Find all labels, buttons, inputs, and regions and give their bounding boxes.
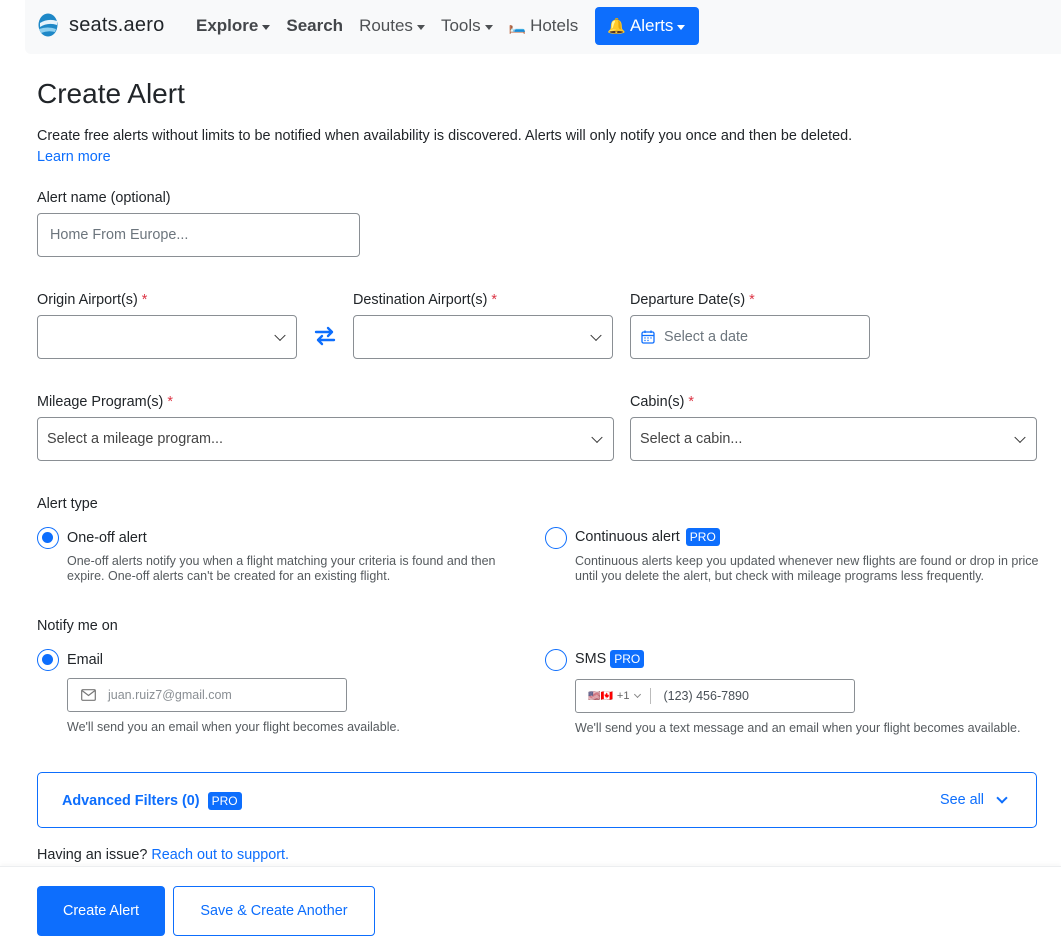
required-marker: * <box>167 394 173 410</box>
cabin-placeholder: Select a cabin... <box>640 431 743 447</box>
departure-label-text: Departure Date(s) <box>630 292 746 308</box>
caret-down-icon <box>677 24 686 30</box>
nav-tools-label: Tools <box>440 16 481 35</box>
alert-name-label: Alert name (optional) <box>37 190 171 206</box>
notify-label: Notify me on <box>37 618 118 634</box>
sms-help: We'll send you a text message and an ema… <box>575 721 1021 735</box>
email-help: We'll send you an email when your flight… <box>67 720 400 734</box>
pro-badge: PRO <box>207 792 242 810</box>
brand-name: seats.aero <box>69 13 165 36</box>
phone-placeholder: (123) 456-7890 <box>663 689 749 703</box>
pro-badge: PRO <box>685 528 720 546</box>
mileage-label: Mileage Program(s) * <box>37 394 173 410</box>
country-code: +1 <box>616 690 630 702</box>
nav-search-label: Search <box>286 16 344 35</box>
nav-tools[interactable]: Tools <box>433 6 501 46</box>
nav-alerts-label: Alerts <box>629 16 674 35</box>
nav-hotels-label: Hotels <box>530 16 579 35</box>
continuous-alert-help: Continuous alerts keep you updated whene… <box>575 554 1039 583</box>
one-off-alert-label[interactable]: One-off alert <box>67 530 147 546</box>
required-marker: * <box>491 292 497 308</box>
nav-routes-label: Routes <box>359 16 413 35</box>
support-line: Having an issue? Reach out to support. <box>37 847 289 863</box>
advanced-filters-header[interactable]: Advanced Filters (0) PRO <box>62 792 242 810</box>
pro-badge: PRO <box>610 650 645 668</box>
see-all-toggle[interactable]: See all <box>939 791 1008 808</box>
mileage-placeholder: Select a mileage program... <box>47 431 223 447</box>
envelope-icon <box>81 689 96 701</box>
see-all-label: See all <box>939 792 984 808</box>
chevron-down-icon <box>591 431 603 444</box>
seats-aero-logo-icon <box>38 13 58 37</box>
one-off-alert-radio[interactable] <box>37 527 59 549</box>
sms-label: SMS <box>575 651 607 667</box>
advanced-filters-panel[interactable]: Advanced Filters (0) PRO See all <box>37 772 1037 828</box>
required-marker: * <box>141 292 148 308</box>
nav-routes[interactable]: Routes <box>351 6 433 46</box>
one-off-alert-help: One-off alerts notify you when a flight … <box>67 554 496 583</box>
bed-icon: 🛏️ <box>508 17 527 34</box>
destination-label-text: Destination Airport(s) <box>353 292 488 308</box>
alert-name-placeholder: Home From Europe... <box>50 227 189 243</box>
top-navbar: seats.aero Explore Search Routes Tools 🛏… <box>25 0 1061 54</box>
sms-label-row[interactable]: SMS PRO <box>575 650 645 668</box>
email-input[interactable]: juan.ruiz7@gmail.com <box>67 678 347 712</box>
caret-down-icon <box>484 24 493 30</box>
origin-label: Origin Airport(s) * <box>37 292 147 308</box>
save-create-another-button[interactable]: Save & Create Another <box>173 886 375 936</box>
divider <box>650 688 652 704</box>
calendar-icon <box>641 330 655 344</box>
continuous-alert-radio[interactable] <box>545 527 567 549</box>
nav-search[interactable]: Search <box>278 6 351 46</box>
continuous-alert-label-row[interactable]: Continuous alert PRO <box>575 528 720 546</box>
bell-icon: 🔔 <box>607 18 626 35</box>
chevron-down-icon <box>274 329 286 342</box>
page-title: Create Alert <box>37 78 185 109</box>
origin-label-text: Origin Airport(s) <box>37 292 138 308</box>
support-link[interactable]: Reach out to support. <box>151 847 289 863</box>
origin-select[interactable] <box>37 315 297 359</box>
email-label[interactable]: Email <box>67 652 103 668</box>
swap-airports-icon[interactable] <box>313 325 337 347</box>
destination-label: Destination Airport(s) * <box>353 292 497 308</box>
cabin-label-text: Cabin(s) <box>630 394 685 410</box>
chevron-down-icon <box>996 791 1008 804</box>
caret-down-icon <box>416 24 425 30</box>
sms-radio[interactable] <box>545 649 567 671</box>
cabin-select[interactable]: Select a cabin... <box>630 417 1037 461</box>
cabin-label: Cabin(s) * <box>630 394 694 410</box>
country-code-select[interactable]: 🇺🇸🇨🇦 +1 <box>588 690 642 702</box>
support-text: Having an issue? <box>37 847 148 863</box>
departure-placeholder: Select a date <box>664 329 749 345</box>
email-radio[interactable] <box>37 649 59 671</box>
mileage-label-text: Mileage Program(s) <box>37 394 164 410</box>
chevron-down-icon <box>590 329 602 342</box>
chevron-down-icon <box>634 690 642 699</box>
required-marker: * <box>688 394 694 410</box>
destination-select[interactable] <box>353 315 613 359</box>
advanced-filters-label: Advanced Filters (0) <box>62 793 200 809</box>
main-nav: Explore Search Routes Tools 🛏️ Hotels 🔔 Al… <box>188 6 700 46</box>
required-marker: * <box>749 292 755 308</box>
continuous-alert-label: Continuous alert <box>575 529 680 545</box>
email-placeholder: juan.ruiz7@gmail.com <box>108 688 232 702</box>
alert-type-label: Alert type <box>37 496 98 512</box>
learn-more-link[interactable]: Learn more <box>37 149 111 165</box>
nav-alerts-button[interactable]: 🔔 Alerts <box>595 7 700 45</box>
brand-link[interactable]: seats.aero <box>37 12 164 38</box>
departure-label: Departure Date(s) * <box>630 292 755 308</box>
nav-explore-label: Explore <box>196 16 259 35</box>
us-ca-flag-icon: 🇺🇸🇨🇦 <box>588 690 613 702</box>
create-alert-button[interactable]: Create Alert <box>37 886 165 936</box>
chevron-down-icon <box>1014 431 1026 444</box>
alert-name-input[interactable]: Home From Europe... <box>37 213 360 257</box>
nav-hotels[interactable]: 🛏️ Hotels <box>501 6 587 46</box>
caret-down-icon <box>262 24 271 30</box>
page-intro: Create free alerts without limits to be … <box>37 128 853 144</box>
nav-explore[interactable]: Explore <box>188 6 278 46</box>
sms-phone-input[interactable]: 🇺🇸🇨🇦 +1 (123) 456-7890 <box>575 679 855 713</box>
departure-date-input[interactable]: Select a date <box>630 315 870 359</box>
mileage-program-select[interactable]: Select a mileage program... <box>37 417 614 461</box>
